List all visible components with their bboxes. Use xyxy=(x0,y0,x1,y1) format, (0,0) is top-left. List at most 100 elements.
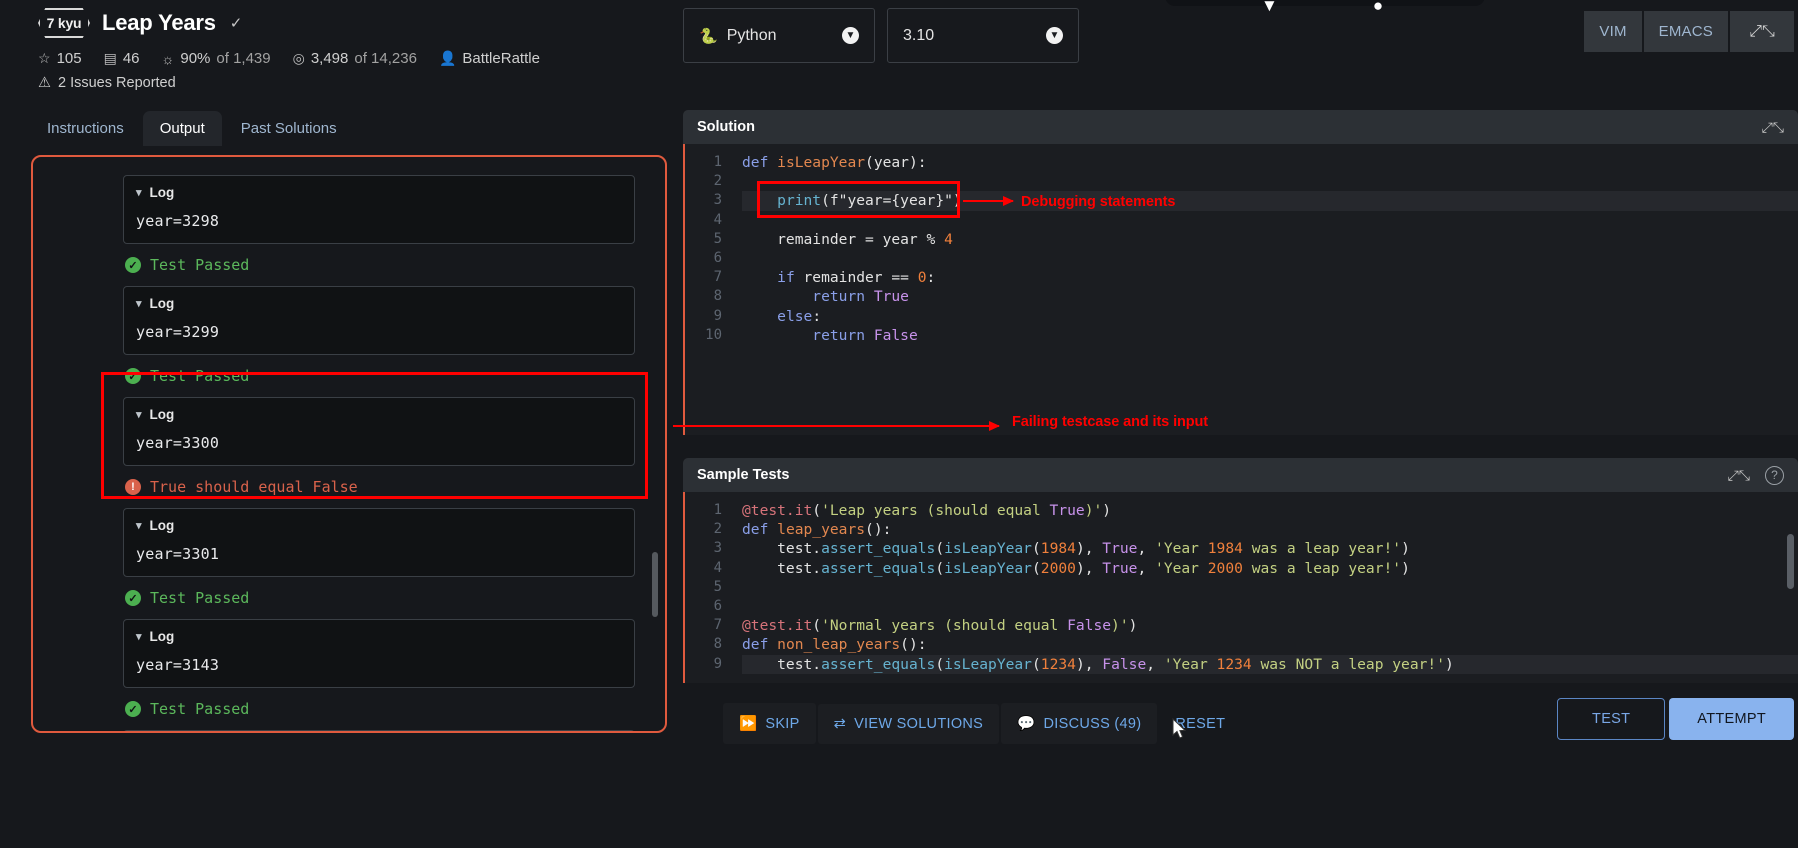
line-number: 7 xyxy=(713,269,722,286)
log-header[interactable]: ▾ Log xyxy=(136,185,622,200)
check-circle-icon: ✓ xyxy=(125,701,141,717)
code-line: @test.it('Leap years (should equal True)… xyxy=(742,502,1112,519)
warning-icon: ⚠ xyxy=(38,75,51,91)
log-label: Log xyxy=(149,629,175,644)
log-value: year=3300 xyxy=(136,434,220,452)
solution-panel-header: Solution ⤢⤡ xyxy=(683,110,1798,144)
version-label: 3.10 xyxy=(903,26,935,44)
solution-code-text[interactable]: def isLeapYear(year): print(f"year={year… xyxy=(730,144,1798,435)
test-result-label: Test Passed xyxy=(150,700,250,718)
log-value: year=3299 xyxy=(136,323,220,341)
language-label: Python xyxy=(726,26,777,44)
kata-stats: ☆ 105 ▤ 46 ☼ 90% of 1,439 ◎ 3,498 of 14,… xyxy=(38,50,780,67)
solution-line-numbers: 1 2 3 4 5 6 7 8 9 10 xyxy=(688,144,730,435)
attempt-button[interactable]: ATTEMPT xyxy=(1669,698,1794,740)
skip-button[interactable]: ⏩ SKIP xyxy=(723,703,816,744)
line-number: 5 xyxy=(713,578,722,595)
log-header[interactable]: ▾ Log xyxy=(136,296,622,311)
chevron-down-icon: ▾ xyxy=(136,409,142,421)
action-bar: ⏩ SKIP ⇄ VIEW SOLUTIONS 💬 DISCUSS (49) R… xyxy=(683,690,1798,848)
skip-label: SKIP xyxy=(765,715,800,732)
kata-title-row: 7 kyu Leap Years ✓ xyxy=(38,8,780,38)
test-button[interactable]: TEST xyxy=(1557,698,1666,740)
tab-output[interactable]: Output xyxy=(142,111,222,146)
log-box[interactable]: ▾ Log year=3301 xyxy=(123,508,635,577)
chevron-down-icon: ▾ xyxy=(136,520,142,532)
top-overlay-icons: ▼ ● xyxy=(1261,0,1383,16)
code-line: def non_leap_years(): xyxy=(742,636,927,654)
stat-completed-of: of 14,236 xyxy=(354,50,417,67)
stat-satisfaction-value: 90% xyxy=(180,50,211,67)
tests-scrollbar[interactable] xyxy=(1787,534,1794,589)
log-header[interactable]: ▾ Log xyxy=(136,629,622,644)
log-header[interactable]: ▾ Log xyxy=(136,518,622,533)
log-label: Log xyxy=(149,518,175,533)
stat-author[interactable]: 👤 BattleRattle xyxy=(439,50,540,67)
view-solutions-button[interactable]: ⇄ VIEW SOLUTIONS xyxy=(817,703,1000,744)
vim-mode-button[interactable]: VIM xyxy=(1584,11,1642,52)
line-number: 1 xyxy=(713,502,722,518)
check-circle-icon: ✓ xyxy=(125,368,141,384)
output-scroll-area[interactable]: ▾ Log year=3298 ✓ Test Passed ▾ Log year… xyxy=(33,157,665,731)
emacs-mode-button[interactable]: EMACS xyxy=(1643,11,1728,52)
star-icon: ☆ xyxy=(38,50,51,66)
target-icon: ◎ xyxy=(292,50,305,66)
output-scrollbar[interactable] xyxy=(652,552,658,617)
chevron-down-icon[interactable]: ✓ xyxy=(230,14,243,32)
line-number: 3 xyxy=(713,192,722,209)
solution-code-area[interactable]: 1 2 3 4 5 6 7 8 9 10 def isLeapYear(year… xyxy=(683,144,1798,435)
line-number: 9 xyxy=(713,655,722,672)
line-number: 9 xyxy=(713,307,722,324)
chevron-down-icon: ▼ xyxy=(842,27,859,44)
bookmark-icon[interactable]: ▼ xyxy=(1261,0,1278,16)
discuss-button[interactable]: 💬 DISCUSS (49) xyxy=(1001,703,1158,744)
line-number: 5 xyxy=(713,230,722,247)
line-number: 1 xyxy=(713,154,722,170)
tab-instructions[interactable]: Instructions xyxy=(30,111,141,146)
stat-author-name: BattleRattle xyxy=(462,50,540,67)
sample-tests-code-area[interactable]: 1 2 3 4 5 6 7 8 9 @test.it('Leap years (… xyxy=(683,492,1798,683)
language-select[interactable]: 🐍 Python ▼ xyxy=(683,8,875,63)
line-number: 4 xyxy=(713,559,722,576)
editor-mode-toolbar: VIM EMACS ⤢⤡ xyxy=(1584,11,1794,52)
test-result: ✓ Test Passed xyxy=(125,700,643,718)
code-line: if remainder == 0: xyxy=(777,269,936,287)
sample-tests-panel: Sample Tests ⤢⤡ ? 1 2 3 4 5 6 7 8 9 @tes… xyxy=(683,458,1798,683)
stat-collections-value: 46 xyxy=(122,50,140,67)
log-box[interactable]: ▾ Log xyxy=(123,730,635,731)
log-label: Log xyxy=(149,407,175,422)
sample-tests-code-text[interactable]: @test.it('Leap years (should equal True)… xyxy=(730,492,1798,683)
issues-reported[interactable]: ⚠ 2 Issues Reported xyxy=(38,75,780,91)
dot-icon[interactable]: ● xyxy=(1373,0,1383,16)
rank-badge: 7 kyu xyxy=(38,8,90,38)
expand-icon[interactable]: ⤢⤡ xyxy=(1762,119,1784,136)
stat-satisfaction-of: of 1,439 xyxy=(216,50,271,67)
log-label: Log xyxy=(149,296,175,311)
log-box[interactable]: ▾ Log year=3143 xyxy=(123,619,635,688)
left-tabs: Instructions Output Past Solutions xyxy=(30,111,780,146)
stat-collections: ▤ 46 xyxy=(104,50,140,67)
check-circle-icon: ✓ xyxy=(125,590,141,606)
version-select[interactable]: 3.10 ▼ xyxy=(887,8,1079,63)
log-value: year=3143 xyxy=(136,656,220,674)
line-number: 8 xyxy=(713,288,722,305)
page-title: Leap Years xyxy=(102,10,216,35)
help-icon[interactable]: ? xyxy=(1765,465,1784,485)
fullscreen-icon[interactable]: ⤢⤡ xyxy=(1730,11,1794,52)
line-number: 7 xyxy=(713,617,722,634)
tab-past-solutions[interactable]: Past Solutions xyxy=(224,111,354,146)
log-box[interactable]: ▾ Log year=3300 xyxy=(123,397,635,466)
log-header[interactable]: ▾ Log xyxy=(136,407,622,422)
expand-icon[interactable]: ⤢⤡ xyxy=(1728,467,1750,484)
sample-tests-panel-actions: ⤢⤡ ? xyxy=(1728,465,1784,485)
code-line: def isLeapYear(year): xyxy=(742,154,927,171)
line-number: 2 xyxy=(713,173,722,190)
log-box[interactable]: ▾ Log year=3298 xyxy=(123,175,635,244)
log-box[interactable]: ▾ Log year=3299 xyxy=(123,286,635,355)
code-line: remainder = year % 4 xyxy=(742,230,953,248)
code-line: @test.it('Normal years (should equal Fal… xyxy=(742,617,1138,635)
version-select-value: 3.10 xyxy=(903,27,934,45)
code-line: print(f"year={year}") xyxy=(742,191,1798,211)
